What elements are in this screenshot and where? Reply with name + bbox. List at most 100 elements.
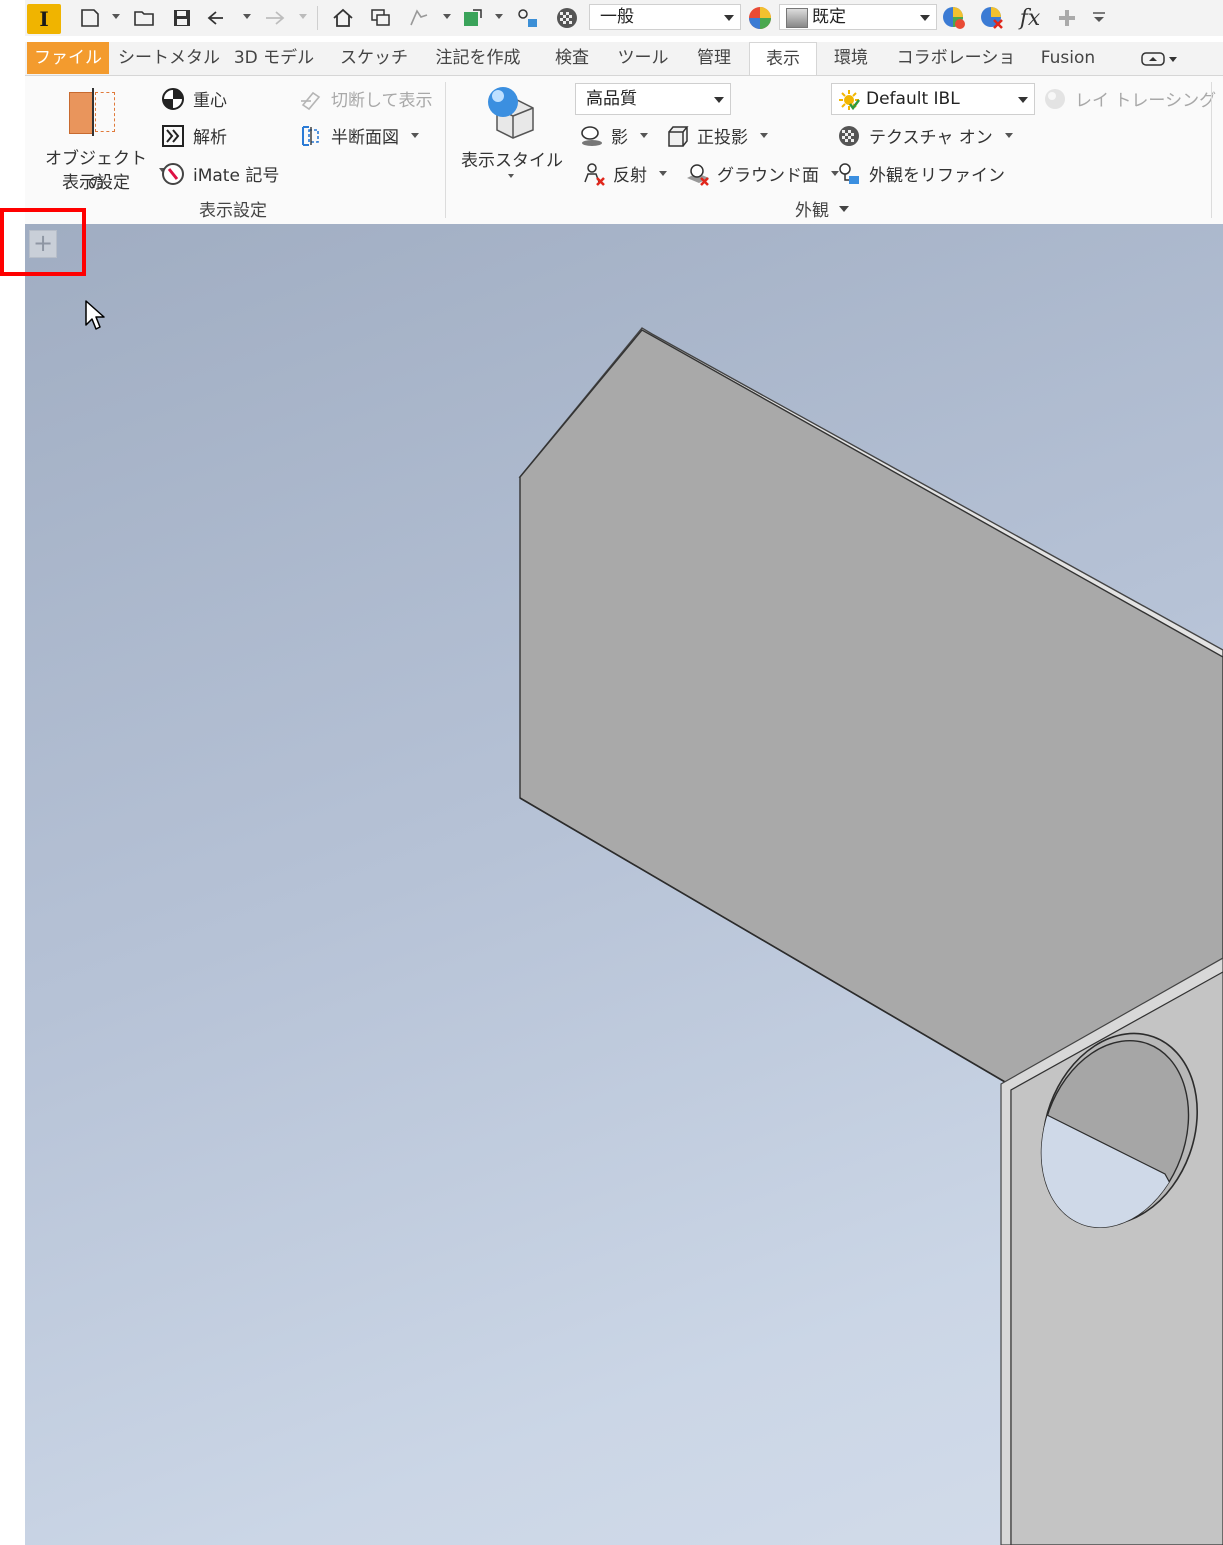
quality-combo-value: 高品質 <box>586 89 637 109</box>
customize-qat-icon[interactable] <box>1089 6 1109 30</box>
shadows-button[interactable]: 影 <box>579 123 648 148</box>
group-separator <box>445 82 446 218</box>
analysis-button[interactable]: 解析 <box>161 123 227 148</box>
refine-appearance-button[interactable]: 外観をリファイン <box>837 161 1005 186</box>
ground-plane-button[interactable]: グラウンド面 <box>685 161 839 186</box>
analysis-icon <box>161 124 185 148</box>
slice-graphics-icon <box>299 87 323 111</box>
sun-icon <box>838 89 860 111</box>
shadows-icon <box>579 124 603 148</box>
select-priority-icon[interactable] <box>405 6 433 30</box>
slice-graphics-label: 切断して表示 <box>331 91 433 111</box>
material-combo-value: 一般 <box>600 7 634 27</box>
object-visibility-label-2: 表示設定 <box>62 173 130 193</box>
appearance-combo-value: 既定 <box>812 7 846 27</box>
half-section-icon <box>299 124 323 148</box>
component-dropdown-chevron-icon[interactable] <box>495 14 503 19</box>
measure-icon[interactable] <box>513 6 543 30</box>
center-of-gravity-label: 重心 <box>193 91 227 111</box>
texture-icon <box>837 124 861 148</box>
lighting-style-chevron-icon <box>1018 97 1028 103</box>
tab-collaborate[interactable]: コラボレーション <box>891 42 1021 100</box>
component-color-icon[interactable] <box>459 6 489 30</box>
quality-combo[interactable]: 高品質 <box>575 83 731 115</box>
refine-appearance-label: 外観をリファイン <box>869 166 1005 186</box>
refine-appearance-icon <box>837 162 861 186</box>
clear-appearance-icon[interactable] <box>977 6 1007 30</box>
tab-3d-model[interactable]: 3D モデル <box>231 42 317 74</box>
group-appearance-label[interactable]: 外観 <box>795 196 849 221</box>
tab-fusion[interactable]: Fusion <box>1033 42 1103 74</box>
tab-tools[interactable]: ツール <box>611 42 675 74</box>
appearance-combo[interactable]: 既定 <box>779 4 937 30</box>
parameters-fx-icon[interactable]: fx <box>1015 6 1045 31</box>
ribbon-display-toggle-icon[interactable] <box>1141 51 1181 67</box>
select-priority-chevron-icon[interactable] <box>443 14 451 19</box>
visual-style-button[interactable]: 表示スタイル <box>457 82 567 188</box>
material-texture-icon[interactable] <box>553 6 581 30</box>
open-folder-icon[interactable] <box>131 6 159 30</box>
home-icon[interactable] <box>329 6 357 30</box>
qat-separator <box>317 6 318 30</box>
reflections-chevron-icon[interactable] <box>659 171 667 176</box>
tab-environments[interactable]: 環境 <box>823 42 879 74</box>
slice-graphics-button: 切断して表示 <box>299 86 433 111</box>
half-section-button[interactable]: 半断面図 <box>299 123 419 148</box>
lighting-style-combo[interactable]: Default IBL <box>831 83 1035 115</box>
half-section-chevron-icon[interactable] <box>411 133 419 138</box>
texture-on-button[interactable]: テクスチャ オン <box>837 123 1013 148</box>
object-visibility-icon <box>69 88 117 136</box>
model-render <box>518 327 1223 1545</box>
app-menu-button[interactable]: I <box>27 4 61 34</box>
add-plus-icon[interactable] <box>1055 6 1079 30</box>
half-section-label: 半断面図 <box>331 128 399 148</box>
redo-dropdown-chevron-icon <box>299 14 307 19</box>
inventor-window: I 一般 既定 fx ファイル シートメタル 3D モデル スケッチ 注記を作成… <box>25 0 1223 1545</box>
imate-icon <box>161 162 185 186</box>
tab-inspect[interactable]: 検査 <box>543 42 601 74</box>
ray-tracing-button: レイ トレーシング <box>1043 86 1216 111</box>
undo-icon[interactable] <box>205 6 233 30</box>
appearance-swatch-icon <box>786 8 808 28</box>
color-wheel-icon[interactable] <box>745 6 775 30</box>
imate-label: iMate 記号 <box>193 166 280 186</box>
tab-manage[interactable]: 管理 <box>685 42 743 74</box>
tab-file[interactable]: ファイル <box>27 42 109 74</box>
tab-view[interactable]: 表示 <box>749 42 817 76</box>
tab-annotate[interactable]: 注記を作成 <box>425 42 531 74</box>
shadows-label: 影 <box>611 128 628 148</box>
shadows-chevron-icon[interactable] <box>640 133 648 138</box>
group-appearance-text: 外観 <box>795 201 829 221</box>
imate-glyph-button[interactable]: iMate 記号 <box>161 161 279 186</box>
tab-sheet-metal[interactable]: シートメタル <box>117 42 221 74</box>
material-combo-chevron-icon <box>724 15 734 21</box>
quick-access-toolbar: I 一般 既定 fx <box>25 0 1223 36</box>
orthographic-chevron-icon[interactable] <box>760 133 768 138</box>
lighting-style-value: Default IBL <box>866 89 960 109</box>
undo-dropdown-chevron-icon[interactable] <box>243 14 251 19</box>
adjust-appearance-icon[interactable] <box>939 6 969 30</box>
orthographic-icon <box>665 124 689 148</box>
new-dropdown-chevron-icon[interactable] <box>112 14 120 19</box>
group-separator-right <box>1211 82 1212 218</box>
project-icon[interactable] <box>367 6 395 30</box>
visual-style-icon <box>483 84 539 140</box>
visual-style-chevron-icon <box>508 174 514 178</box>
tab-sketch[interactable]: スケッチ <box>331 42 417 74</box>
texture-on-chevron-icon[interactable] <box>1004 133 1013 138</box>
new-file-icon[interactable] <box>77 6 103 30</box>
texture-on-label: テクスチャ オン <box>869 128 993 148</box>
save-icon[interactable] <box>169 6 195 30</box>
ground-plane-icon <box>685 162 709 186</box>
visual-style-label: 表示スタイル <box>461 151 563 171</box>
ray-tracing-icon <box>1043 87 1067 111</box>
graphics-viewport[interactable]: + <box>25 224 1223 1545</box>
orthographic-button[interactable]: 正投影 <box>665 123 768 148</box>
quality-combo-chevron-icon <box>714 97 724 103</box>
analysis-label: 解析 <box>193 128 227 148</box>
reflections-button[interactable]: 反射 <box>581 161 667 186</box>
highlight-box <box>0 208 86 276</box>
object-visibility-button[interactable]: オブジェクトの 表示設定 <box>39 84 165 194</box>
material-combo[interactable]: 一般 <box>589 4 741 30</box>
center-of-gravity-button[interactable]: 重心 <box>161 86 227 111</box>
